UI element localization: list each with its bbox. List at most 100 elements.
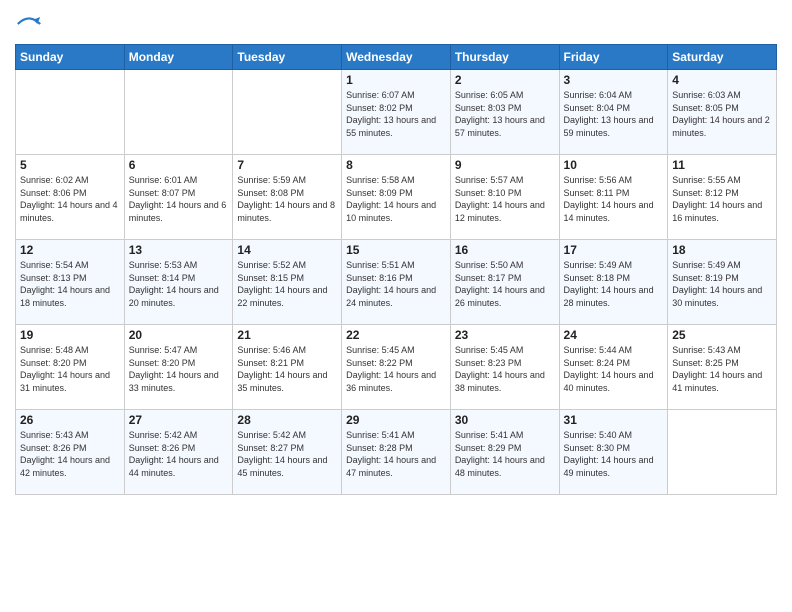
calendar-cell: 9 Sunrise: 5:57 AMSunset: 8:10 PMDaylight… — [450, 155, 559, 240]
day-number: 23 — [455, 328, 555, 342]
day-number: 6 — [129, 158, 229, 172]
day-info: Sunrise: 5:50 AMSunset: 8:17 PMDaylight:… — [455, 259, 555, 309]
day-info: Sunrise: 5:49 AMSunset: 8:18 PMDaylight:… — [564, 259, 664, 309]
calendar-header: SundayMondayTuesdayWednesdayThursdayFrid… — [16, 45, 777, 70]
calendar-cell: 17 Sunrise: 5:49 AMSunset: 8:18 PMDayligh… — [559, 240, 668, 325]
day-info: Sunrise: 6:01 AMSunset: 8:07 PMDaylight:… — [129, 174, 229, 224]
day-info: Sunrise: 5:49 AMSunset: 8:19 PMDaylight:… — [672, 259, 772, 309]
day-info: Sunrise: 6:02 AMSunset: 8:06 PMDaylight:… — [20, 174, 120, 224]
weekday-row: SundayMondayTuesdayWednesdayThursdayFrid… — [16, 45, 777, 70]
day-info: Sunrise: 5:54 AMSunset: 8:13 PMDaylight:… — [20, 259, 120, 309]
day-number: 19 — [20, 328, 120, 342]
day-number: 26 — [20, 413, 120, 427]
day-number: 14 — [237, 243, 337, 257]
calendar-week-2: 5 Sunrise: 6:02 AMSunset: 8:06 PMDaylight… — [16, 155, 777, 240]
calendar-table: SundayMondayTuesdayWednesdayThursdayFrid… — [15, 44, 777, 495]
day-info: Sunrise: 5:47 AMSunset: 8:20 PMDaylight:… — [129, 344, 229, 394]
day-number: 7 — [237, 158, 337, 172]
day-info: Sunrise: 5:52 AMSunset: 8:15 PMDaylight:… — [237, 259, 337, 309]
logo-icon — [15, 10, 43, 38]
day-info: Sunrise: 5:44 AMSunset: 8:24 PMDaylight:… — [564, 344, 664, 394]
day-number: 17 — [564, 243, 664, 257]
weekday-header-wednesday: Wednesday — [342, 45, 451, 70]
calendar-cell: 25 Sunrise: 5:43 AMSunset: 8:25 PMDayligh… — [668, 325, 777, 410]
day-number: 10 — [564, 158, 664, 172]
day-info: Sunrise: 5:41 AMSunset: 8:28 PMDaylight:… — [346, 429, 446, 479]
calendar-cell: 2 Sunrise: 6:05 AMSunset: 8:03 PMDaylight… — [450, 70, 559, 155]
day-info: Sunrise: 5:58 AMSunset: 8:09 PMDaylight:… — [346, 174, 446, 224]
day-number: 5 — [20, 158, 120, 172]
day-number: 11 — [672, 158, 772, 172]
logo — [15, 10, 47, 38]
day-info: Sunrise: 5:55 AMSunset: 8:12 PMDaylight:… — [672, 174, 772, 224]
day-info: Sunrise: 5:56 AMSunset: 8:11 PMDaylight:… — [564, 174, 664, 224]
day-info: Sunrise: 6:05 AMSunset: 8:03 PMDaylight:… — [455, 89, 555, 139]
calendar-cell: 11 Sunrise: 5:55 AMSunset: 8:12 PMDayligh… — [668, 155, 777, 240]
day-number: 24 — [564, 328, 664, 342]
day-number: 4 — [672, 73, 772, 87]
calendar-cell — [16, 70, 125, 155]
day-number: 25 — [672, 328, 772, 342]
page-container: SundayMondayTuesdayWednesdayThursdayFrid… — [0, 0, 792, 505]
calendar-cell: 20Sunrise: 5:47 AMSunset: 8:20 PMDayligh… — [124, 325, 233, 410]
calendar-cell — [233, 70, 342, 155]
day-number: 31 — [564, 413, 664, 427]
day-number: 30 — [455, 413, 555, 427]
day-number: 13 — [129, 243, 229, 257]
calendar-cell: 22 Sunrise: 5:45 AMSunset: 8:22 PMDayligh… — [342, 325, 451, 410]
day-info: Sunrise: 5:40 AMSunset: 8:30 PMDaylight:… — [564, 429, 664, 479]
day-number: 2 — [455, 73, 555, 87]
calendar-week-3: 12Sunrise: 5:54 AMSunset: 8:13 PMDayligh… — [16, 240, 777, 325]
day-number: 3 — [564, 73, 664, 87]
header — [15, 10, 777, 38]
calendar-cell: 27 Sunrise: 5:42 AMSunset: 8:26 PMDayligh… — [124, 410, 233, 495]
calendar-cell: 12Sunrise: 5:54 AMSunset: 8:13 PMDayligh… — [16, 240, 125, 325]
calendar-cell: 21 Sunrise: 5:46 AMSunset: 8:21 PMDayligh… — [233, 325, 342, 410]
day-number: 18 — [672, 243, 772, 257]
calendar-body: 1 Sunrise: 6:07 AMSunset: 8:02 PMDaylight… — [16, 70, 777, 495]
calendar-cell: 26 Sunrise: 5:43 AMSunset: 8:26 PMDayligh… — [16, 410, 125, 495]
day-number: 15 — [346, 243, 446, 257]
day-info: Sunrise: 5:45 AMSunset: 8:22 PMDaylight:… — [346, 344, 446, 394]
calendar-cell: 28Sunrise: 5:42 AMSunset: 8:27 PMDayligh… — [233, 410, 342, 495]
calendar-week-1: 1 Sunrise: 6:07 AMSunset: 8:02 PMDaylight… — [16, 70, 777, 155]
calendar-week-5: 26 Sunrise: 5:43 AMSunset: 8:26 PMDayligh… — [16, 410, 777, 495]
calendar-cell: 7 Sunrise: 5:59 AMSunset: 8:08 PMDaylight… — [233, 155, 342, 240]
day-number: 21 — [237, 328, 337, 342]
calendar-cell: 1 Sunrise: 6:07 AMSunset: 8:02 PMDaylight… — [342, 70, 451, 155]
weekday-header-friday: Friday — [559, 45, 668, 70]
day-number: 9 — [455, 158, 555, 172]
day-number: 28 — [237, 413, 337, 427]
day-number: 29 — [346, 413, 446, 427]
weekday-header-monday: Monday — [124, 45, 233, 70]
day-info: Sunrise: 5:59 AMSunset: 8:08 PMDaylight:… — [237, 174, 337, 224]
day-info: Sunrise: 6:07 AMSunset: 8:02 PMDaylight:… — [346, 89, 446, 139]
day-info: Sunrise: 6:03 AMSunset: 8:05 PMDaylight:… — [672, 89, 772, 139]
calendar-cell — [668, 410, 777, 495]
day-info: Sunrise: 5:57 AMSunset: 8:10 PMDaylight:… — [455, 174, 555, 224]
calendar-cell: 16Sunrise: 5:50 AMSunset: 8:17 PMDayligh… — [450, 240, 559, 325]
calendar-cell: 3Sunrise: 6:04 AMSunset: 8:04 PMDaylight… — [559, 70, 668, 155]
calendar-cell: 31 Sunrise: 5:40 AMSunset: 8:30 PMDayligh… — [559, 410, 668, 495]
day-info: Sunrise: 5:42 AMSunset: 8:26 PMDaylight:… — [129, 429, 229, 479]
calendar-cell: 18 Sunrise: 5:49 AMSunset: 8:19 PMDayligh… — [668, 240, 777, 325]
calendar-cell: 13 Sunrise: 5:53 AMSunset: 8:14 PMDayligh… — [124, 240, 233, 325]
day-number: 8 — [346, 158, 446, 172]
day-info: Sunrise: 5:53 AMSunset: 8:14 PMDaylight:… — [129, 259, 229, 309]
day-info: Sunrise: 5:41 AMSunset: 8:29 PMDaylight:… — [455, 429, 555, 479]
day-number: 22 — [346, 328, 446, 342]
day-info: Sunrise: 5:45 AMSunset: 8:23 PMDaylight:… — [455, 344, 555, 394]
day-info: Sunrise: 5:48 AMSunset: 8:20 PMDaylight:… — [20, 344, 120, 394]
calendar-cell: 14 Sunrise: 5:52 AMSunset: 8:15 PMDayligh… — [233, 240, 342, 325]
calendar-cell: 8 Sunrise: 5:58 AMSunset: 8:09 PMDaylight… — [342, 155, 451, 240]
calendar-week-4: 19 Sunrise: 5:48 AMSunset: 8:20 PMDayligh… — [16, 325, 777, 410]
calendar-cell: 29 Sunrise: 5:41 AMSunset: 8:28 PMDayligh… — [342, 410, 451, 495]
day-number: 27 — [129, 413, 229, 427]
day-info: Sunrise: 5:43 AMSunset: 8:25 PMDaylight:… — [672, 344, 772, 394]
day-number: 1 — [346, 73, 446, 87]
weekday-header-sunday: Sunday — [16, 45, 125, 70]
calendar-cell — [124, 70, 233, 155]
day-info: Sunrise: 5:43 AMSunset: 8:26 PMDaylight:… — [20, 429, 120, 479]
calendar-cell: 5 Sunrise: 6:02 AMSunset: 8:06 PMDaylight… — [16, 155, 125, 240]
day-info: Sunrise: 5:46 AMSunset: 8:21 PMDaylight:… — [237, 344, 337, 394]
